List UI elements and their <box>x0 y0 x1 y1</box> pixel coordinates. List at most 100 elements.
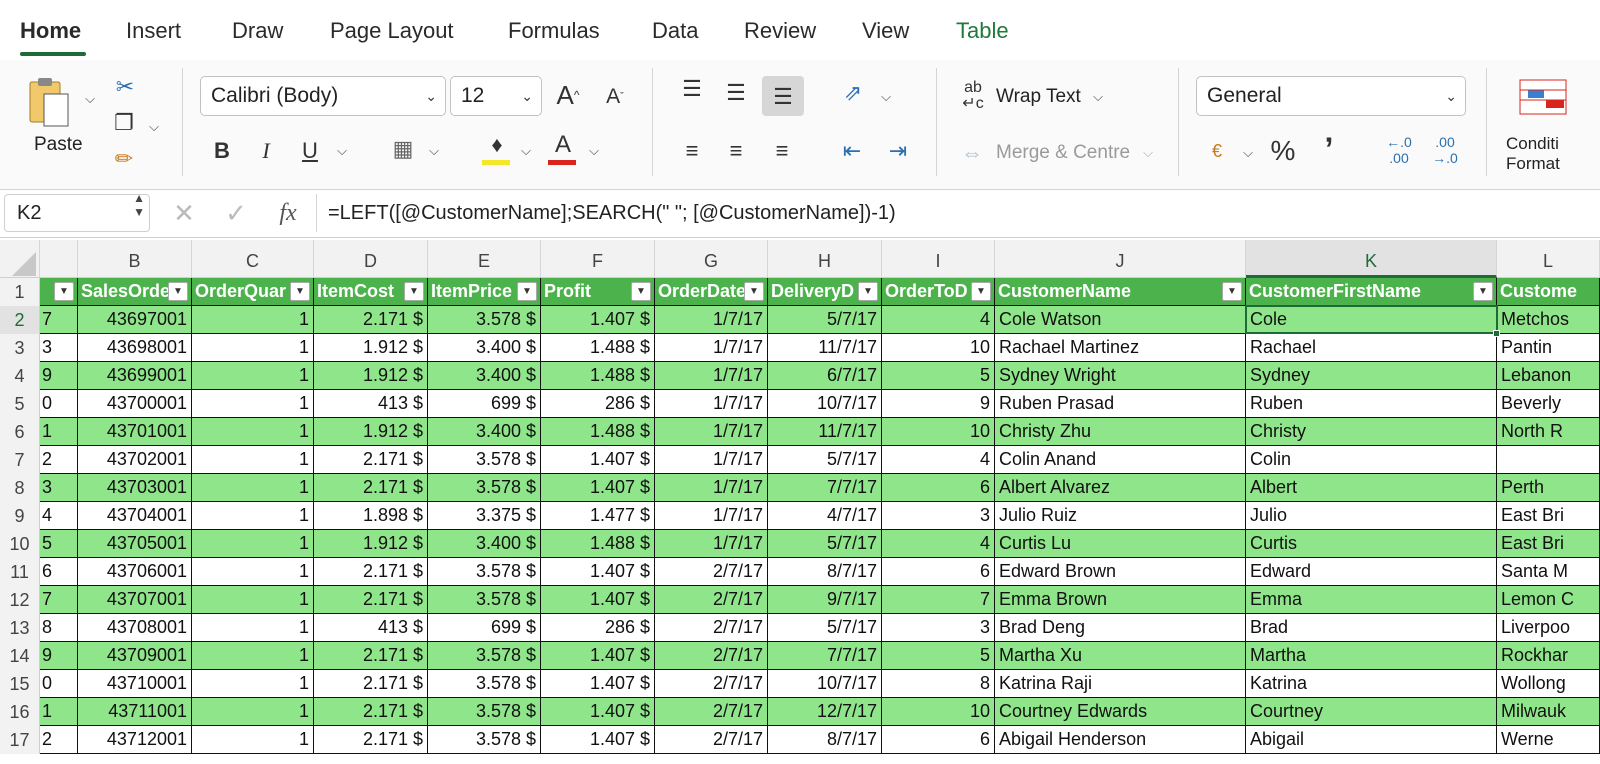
table-cell[interactable]: 9/7/17 <box>768 586 882 614</box>
table-cell[interactable]: 3.578 $ <box>428 446 541 474</box>
table-cell[interactable]: Albert Alvarez <box>995 474 1246 502</box>
table-cell[interactable]: 12/7/17 <box>768 698 882 726</box>
table-cell[interactable]: 2 <box>40 726 78 754</box>
table-cell[interactable]: 3.578 $ <box>428 558 541 586</box>
column-header-b[interactable]: B <box>78 240 192 278</box>
table-cell[interactable]: 2.171 $ <box>314 726 428 754</box>
table-cell[interactable]: 5 <box>882 642 995 670</box>
table-cell[interactable]: 1.912 $ <box>314 418 428 446</box>
table-cell[interactable]: 10/7/17 <box>768 670 882 698</box>
percent-icon[interactable]: % <box>1266 136 1300 166</box>
table-cell[interactable]: 43698001 <box>78 334 192 362</box>
table-cell[interactable]: Metchos <box>1497 306 1600 334</box>
table-cell[interactable]: Santa M <box>1497 558 1600 586</box>
table-cell[interactable]: 6 <box>882 474 995 502</box>
table-cell[interactable]: Wollong <box>1497 670 1600 698</box>
table-cell[interactable]: 1.407 $ <box>541 586 655 614</box>
table-cell[interactable]: 3.375 $ <box>428 502 541 530</box>
filter-dropdown-icon[interactable]: ▼ <box>54 282 74 301</box>
accounting-format-icon[interactable]: € <box>1200 136 1234 166</box>
table-cell[interactable]: Cole <box>1246 306 1497 334</box>
table-cell[interactable]: 9 <box>40 362 78 390</box>
decrease-font-size-icon[interactable]: Aˇ <box>600 82 630 112</box>
filter-dropdown-icon[interactable]: ▼ <box>168 282 188 301</box>
column-header-k[interactable]: K <box>1246 240 1497 278</box>
font-color-icon[interactable]: A <box>548 130 578 165</box>
table-cell[interactable]: 1 <box>40 418 78 446</box>
table-cell[interactable]: 6 <box>882 726 995 754</box>
table-cell[interactable]: 0 <box>40 390 78 418</box>
table-cell[interactable]: 43702001 <box>78 446 192 474</box>
row-header[interactable]: 15 <box>0 670 40 698</box>
decrease-indent-icon[interactable]: ⇤ <box>836 136 868 166</box>
table-cell[interactable]: 5/7/17 <box>768 530 882 558</box>
table-cell[interactable]: 3 <box>882 502 995 530</box>
table-cell[interactable]: 1.477 $ <box>541 502 655 530</box>
table-cell[interactable]: Brad <box>1246 614 1497 642</box>
filter-dropdown-icon[interactable]: ▼ <box>858 282 878 301</box>
table-cell[interactable]: 1 <box>192 306 314 334</box>
table-cell[interactable]: Emma <box>1246 586 1497 614</box>
copy-icon[interactable]: ❐ <box>108 108 140 138</box>
table-cell[interactable]: Martha Xu <box>995 642 1246 670</box>
header-cell[interactable]: Custome <box>1497 278 1600 306</box>
borders-dropdown-icon[interactable]: ⌵ <box>426 136 442 166</box>
table-cell[interactable]: 4 <box>882 530 995 558</box>
table-cell[interactable]: 1/7/17 <box>655 474 768 502</box>
table-cell[interactable]: Rachael <box>1246 334 1497 362</box>
table-cell[interactable]: 2.171 $ <box>314 306 428 334</box>
table-cell[interactable]: 1 <box>192 418 314 446</box>
table-cell[interactable]: 1.488 $ <box>541 418 655 446</box>
table-cell[interactable]: 7 <box>40 306 78 334</box>
table-cell[interactable]: 2/7/17 <box>655 698 768 726</box>
tab-data[interactable]: Data <box>652 18 698 44</box>
table-cell[interactable]: 1/7/17 <box>655 306 768 334</box>
filter-dropdown-icon[interactable]: ▼ <box>404 282 424 301</box>
filter-dropdown-icon[interactable]: ▼ <box>290 282 310 301</box>
table-cell[interactable]: Werne <box>1497 726 1600 754</box>
table-cell[interactable]: Milwauk <box>1497 698 1600 726</box>
column-header-i[interactable]: I <box>882 240 995 278</box>
table-cell[interactable]: 1 <box>192 558 314 586</box>
table-cell[interactable]: 43711001 <box>78 698 192 726</box>
conditional-formatting-icon[interactable] <box>1518 76 1572 118</box>
align-bottom-button[interactable]: ☰ <box>762 76 804 116</box>
column-header-h[interactable]: H <box>768 240 882 278</box>
table-cell[interactable]: Lemon C <box>1497 586 1600 614</box>
enter-icon[interactable]: ✓ <box>222 198 250 228</box>
table-cell[interactable]: 7 <box>882 586 995 614</box>
table-cell[interactable]: 2.171 $ <box>314 670 428 698</box>
cancel-icon[interactable]: ✕ <box>170 198 198 228</box>
underline-dropdown-icon[interactable]: ⌵ <box>334 136 350 166</box>
column-header-a[interactable] <box>40 240 78 278</box>
tab-table[interactable]: Table <box>956 18 1009 44</box>
decrease-decimal-icon[interactable]: .00 →.0 <box>1428 134 1462 166</box>
table-cell[interactable]: 1.407 $ <box>541 446 655 474</box>
row-header[interactable]: 3 <box>0 334 40 362</box>
merge-dropdown-icon[interactable]: ⌵ <box>1140 138 1156 168</box>
table-cell[interactable]: Liverpoo <box>1497 614 1600 642</box>
paste-button[interactable]: Paste <box>34 134 83 156</box>
table-cell[interactable]: Curtis Lu <box>995 530 1246 558</box>
filter-dropdown-icon[interactable]: ▼ <box>631 282 651 301</box>
tab-page-layout[interactable]: Page Layout <box>330 18 454 44</box>
align-middle-icon[interactable]: ☰ <box>720 78 752 108</box>
increase-font-size-icon[interactable]: A^ <box>552 80 584 110</box>
table-cell[interactable]: 8/7/17 <box>768 558 882 586</box>
table-cell[interactable]: 1/7/17 <box>655 502 768 530</box>
header-cell[interactable]: Profit ▼ <box>541 278 655 306</box>
table-cell[interactable]: 1.912 $ <box>314 530 428 558</box>
row-header[interactable]: 4 <box>0 362 40 390</box>
borders-icon[interactable]: ▦ <box>388 134 418 164</box>
table-cell[interactable]: 1 <box>192 474 314 502</box>
table-cell[interactable]: 1 <box>192 670 314 698</box>
table-cell[interactable]: Martha <box>1246 642 1497 670</box>
fill-color-icon[interactable]: ♦ <box>482 130 512 165</box>
table-cell[interactable]: 43706001 <box>78 558 192 586</box>
table-cell[interactable]: 43700001 <box>78 390 192 418</box>
table-cell[interactable]: 3 <box>882 614 995 642</box>
table-cell[interactable]: Julio Ruiz <box>995 502 1246 530</box>
table-cell[interactable]: 2.171 $ <box>314 698 428 726</box>
table-cell[interactable]: 1 <box>192 726 314 754</box>
table-cell[interactable]: 5/7/17 <box>768 614 882 642</box>
